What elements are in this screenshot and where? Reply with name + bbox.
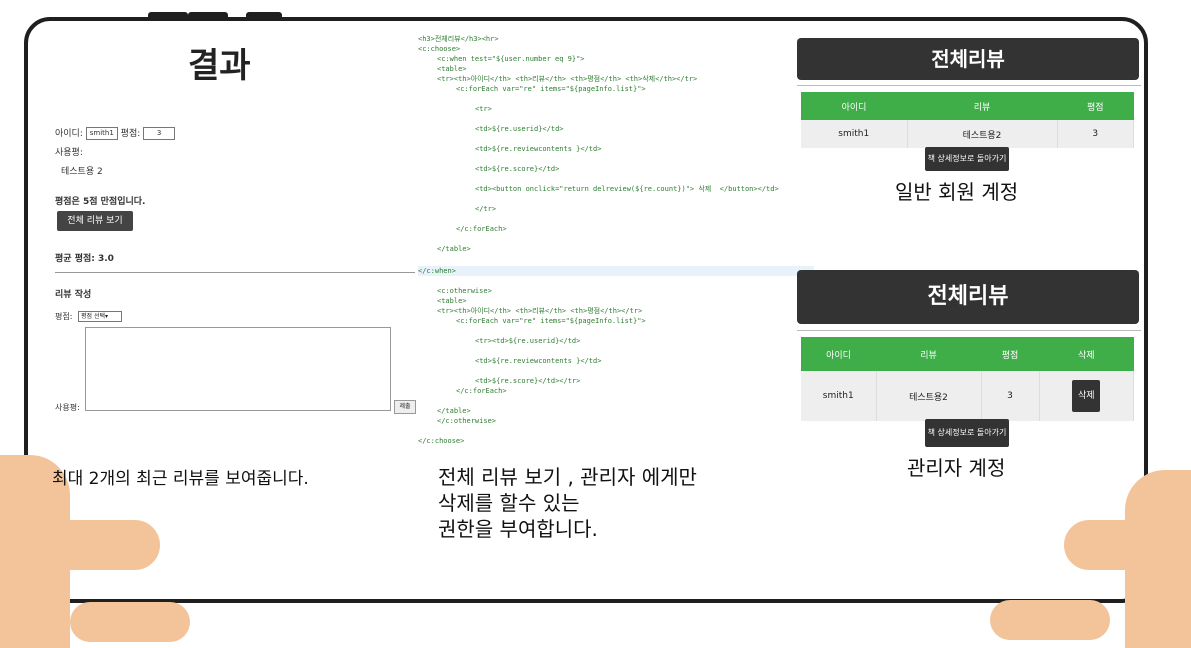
cell-score: 3 <box>981 371 1040 421</box>
cell-userid: smith1 <box>801 371 877 421</box>
code-line: <c:when test="${user.number eq 9}"> <box>437 55 585 63</box>
right-thumb <box>1064 520 1174 570</box>
code-line: <td>${re.reviewcontents }</td> <box>475 145 602 153</box>
table-header-row: 아이디 리뷰 평점 삭제 <box>801 337 1134 371</box>
code-line: <tr><th>아이디</th> <th>리뷰</th> <th>평점</th>… <box>437 307 643 315</box>
code-line: <h3>전체리뷰</h3><hr> <box>418 35 499 43</box>
tablet-button <box>148 12 188 18</box>
code-line: </c:otherwise> <box>437 417 497 425</box>
left-thumb <box>30 520 160 570</box>
id-field[interactable]: smith1 <box>85 127 118 140</box>
table-header-row: 아이디 리뷰 평점 <box>801 92 1134 120</box>
cell-userid: smith1 <box>801 120 908 148</box>
submit-button[interactable]: 제출 <box>394 400 416 414</box>
perfect-score-note: 평점은 5점 만점입니다. <box>55 197 146 207</box>
write-review-heading: 리뷰 작성 <box>55 290 92 300</box>
code-line: <td>${re.userid}</td> <box>475 125 564 133</box>
right-finger <box>990 600 1110 640</box>
code-line: <td>${re.score}</td></tr> <box>475 377 581 385</box>
score-field[interactable]: 3 <box>143 127 176 140</box>
header-score: 평점 <box>981 337 1039 371</box>
user-account-label: 일반 회원 계정 <box>895 180 1019 204</box>
review-value: 테스트용 2 <box>61 167 103 177</box>
header-review: 리뷰 <box>907 92 1057 120</box>
back-to-book-button[interactable]: 책 상세정보로 돌아가기 <box>925 419 1009 447</box>
code-line: </c:forEach> <box>456 225 507 233</box>
result-title: 결과 <box>188 46 251 86</box>
code-line: <tr><th>아이디</th> <th>리뷰</th> <th>평점</th>… <box>437 75 698 83</box>
divider <box>797 330 1141 331</box>
code-line: </c:when> <box>418 267 456 275</box>
review-label: 사용평: <box>55 148 83 158</box>
code-line: </table> <box>437 407 471 415</box>
code-line: <tr><td>${re.userid}</td> <box>475 337 581 345</box>
back-to-book-button[interactable]: 책 상세정보로 돌아가기 <box>925 147 1009 171</box>
divider <box>55 272 415 273</box>
score-select-value: 평점 선택 <box>81 313 105 320</box>
code-line: <c:forEach var="re" items="${pageInfo.li… <box>456 85 646 93</box>
table-row: smith1 테스트용2 3 <box>801 120 1134 148</box>
code-line: <td><button onclick="return delreview(${… <box>475 185 779 193</box>
left-finger <box>70 602 190 642</box>
code-line: <tr> <box>475 105 492 113</box>
cell-score: 3 <box>1057 120 1134 148</box>
score-select[interactable]: 평점 선택▾ <box>78 311 122 322</box>
header-review: 리뷰 <box>876 337 981 371</box>
id-label: 아이디: <box>55 129 83 139</box>
code-line: </table> <box>437 245 471 253</box>
user-reviews-title: 전체리뷰 <box>797 38 1139 80</box>
left-caption: 최대 2개의 최근 리뷰를 보여줍니다. <box>52 469 309 489</box>
code-line: <c:choose> <box>418 45 461 53</box>
delete-button[interactable]: 삭제 <box>1072 380 1101 412</box>
header-delete: 삭제 <box>1039 337 1134 371</box>
admin-account-label: 관리자 계정 <box>907 456 1006 480</box>
header-score: 평점 <box>1057 92 1134 120</box>
code-line-highlight <box>418 266 814 276</box>
average-score: 평균 평점: 3.0 <box>55 254 114 264</box>
header-id: 아이디 <box>801 337 876 371</box>
score-select-label: 평점: <box>55 312 73 321</box>
code-line: <td>${re.reviewcontents }</td> <box>475 357 602 365</box>
code-line: <c:forEach var="re" items="${pageInfo.li… <box>456 317 646 325</box>
tablet-button <box>246 12 282 18</box>
user-review-table: 아이디 리뷰 평점 smith1 테스트용2 3 <box>801 92 1134 148</box>
cell-review: 테스트용2 <box>907 120 1058 148</box>
cell-review: 테스트용2 <box>876 371 982 421</box>
chevron-down-icon: ▾ <box>105 313 109 320</box>
id-row: 아이디: smith1 평점: 3 <box>55 126 176 140</box>
code-line: <table> <box>437 65 467 73</box>
table-row: smith1 테스트용2 3 삭제 <box>801 371 1134 421</box>
view-all-reviews-button[interactable]: 전체 리뷰 보기 <box>57 211 133 231</box>
textarea-label: 사용평: <box>55 403 80 412</box>
code-caption-line: 삭제를 할수 있는 <box>438 491 580 515</box>
header-id: 아이디 <box>801 92 907 120</box>
code-line: <table> <box>437 297 467 305</box>
score-label: 평점: <box>120 129 141 139</box>
divider <box>797 85 1141 86</box>
code-line: </tr> <box>475 205 497 213</box>
review-textarea[interactable] <box>85 327 391 411</box>
cell-delete: 삭제 <box>1039 371 1134 421</box>
tablet-button <box>188 12 228 18</box>
code-line: </c:choose> <box>418 437 465 445</box>
code-caption-line: 전체 리뷰 보기 , 관리자 에게만 <box>438 465 697 489</box>
admin-reviews-title: 전체리뷰 <box>797 270 1139 324</box>
code-line: <c:otherwise> <box>437 287 492 295</box>
code-line: </c:forEach> <box>456 387 507 395</box>
code-caption-line: 권한을 부여합니다. <box>438 517 598 541</box>
code-line: <td>${re.score}</td> <box>475 165 560 173</box>
admin-review-table: 아이디 리뷰 평점 삭제 smith1 테스트용2 3 삭제 <box>801 337 1134 421</box>
code-caption: 전체 리뷰 보기 , 관리자 에게만 삭제를 할수 있는 권한을 부여합니다. <box>438 464 697 542</box>
